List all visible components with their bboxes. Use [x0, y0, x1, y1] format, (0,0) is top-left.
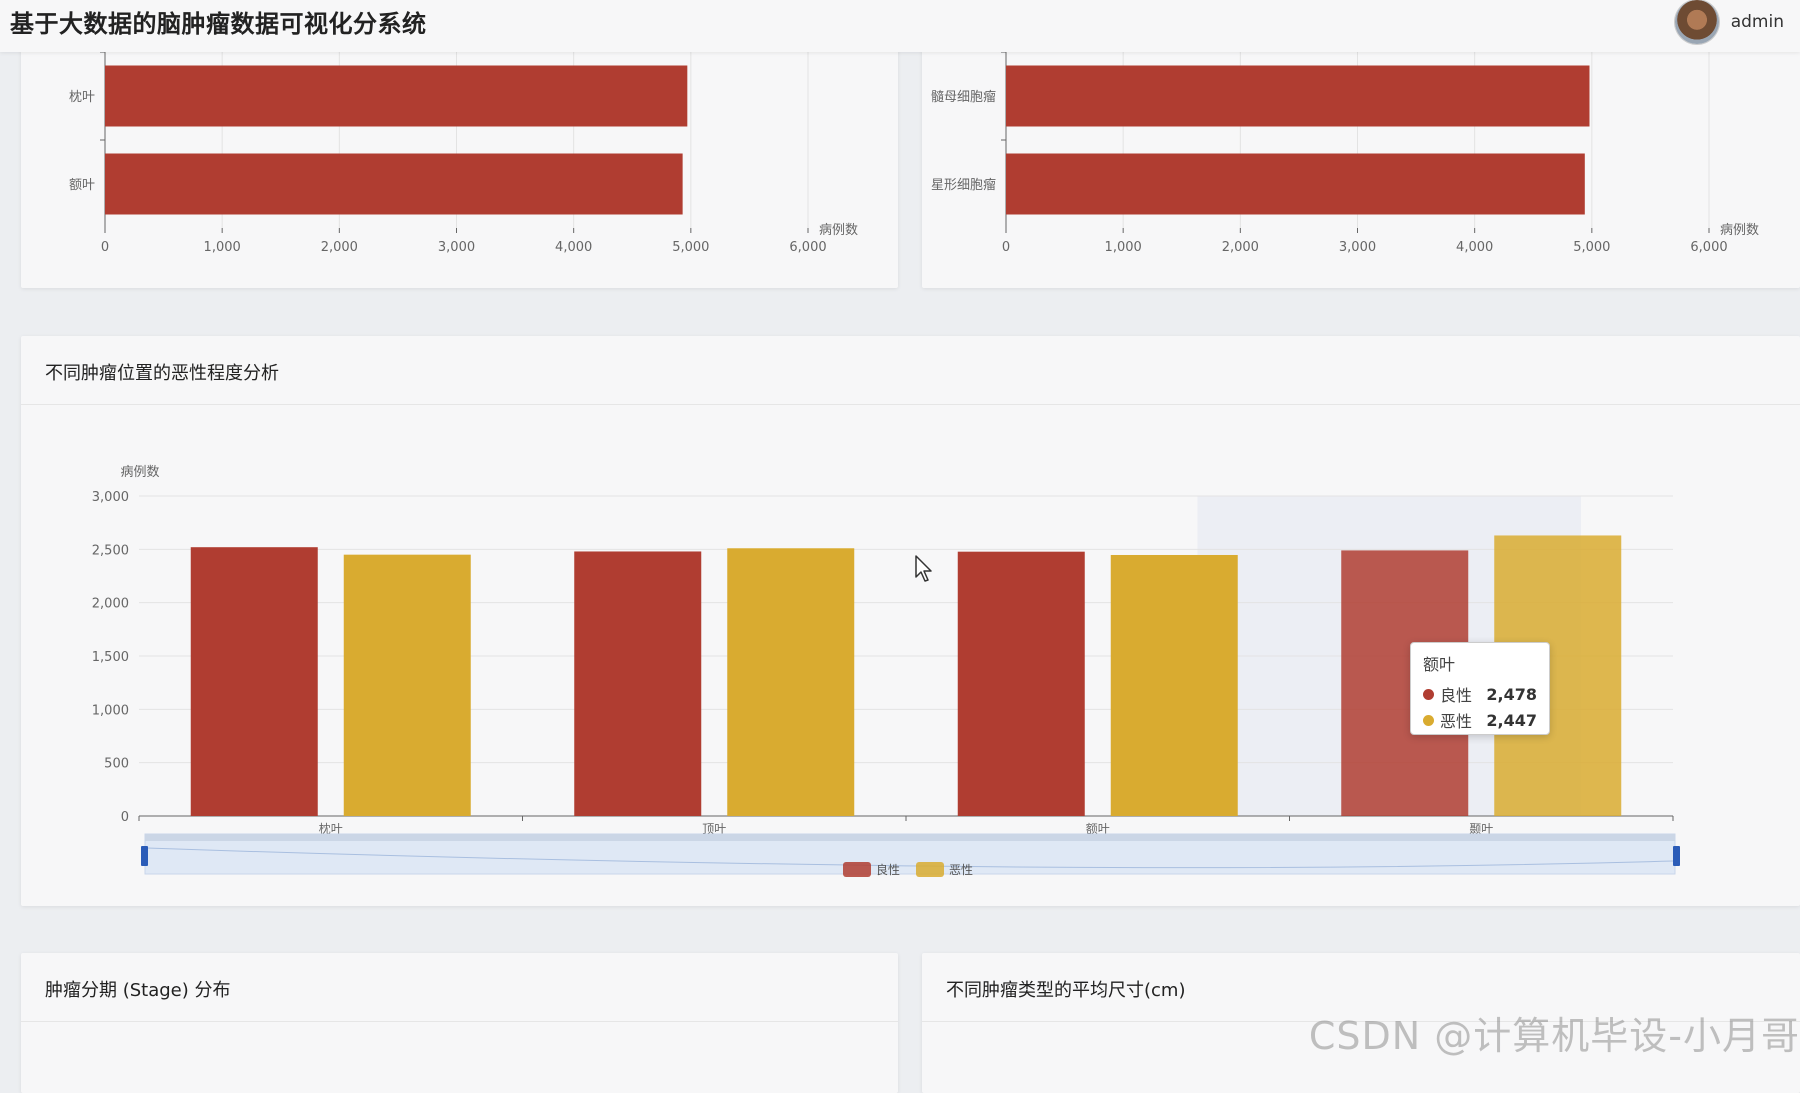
tooltip-row-value: 2,447 [1486, 710, 1537, 730]
bar [957, 551, 1085, 816]
y-tick-label: 额叶 [69, 178, 95, 193]
y-tick-label: 2,500 [92, 543, 129, 558]
chart-tooltip: 额叶 良性 2,478 恶性 2,447 [1410, 642, 1550, 735]
y-tick-label: 1,500 [92, 650, 129, 665]
tooltip-row-name: 恶性 [1440, 712, 1473, 731]
legend-swatch [843, 862, 871, 877]
x-tick-label: 1,000 [1105, 240, 1142, 255]
x-tick-label: 5,000 [1573, 240, 1610, 255]
y-tick-label: 1,000 [92, 703, 129, 718]
y-tick-label: 3,000 [92, 490, 129, 505]
benign-dot-icon [1423, 688, 1434, 700]
x-tick-label: 0 [101, 240, 109, 255]
legend-label: 恶性 [949, 863, 973, 877]
y-axis-label: 病例数 [120, 465, 159, 480]
stage-card-header: 肿瘤分期 (Stage) 分布 [21, 953, 898, 1022]
x-axis-label: 病例数 [1720, 223, 1759, 238]
y-tick-label: 枕叶 [69, 90, 95, 105]
data-zoom-handle-right [1673, 846, 1680, 866]
tooltip-row-malignant: 恶性 2,447 [1423, 707, 1537, 733]
legend-label: 良性 [876, 862, 900, 877]
x-tick-label: 4,000 [555, 240, 592, 255]
x-tick-label: 2,000 [1222, 240, 1259, 255]
x-tick-label: 6,000 [789, 240, 826, 255]
tooltip-row-value: 2,478 [1486, 684, 1537, 704]
stage-card-title: 肿瘤分期 (Stage) 分布 [45, 980, 231, 1001]
x-tick-label: 5,000 [672, 240, 709, 255]
user-menu[interactable]: admin [1674, 0, 1784, 44]
user-name[interactable]: admin [1731, 12, 1784, 32]
bar [1110, 554, 1238, 816]
tooltip-row-name: 良性 [1440, 686, 1473, 705]
y-tick-label: 0 [121, 810, 129, 825]
tumor-type-count-chart: 0 1,000 2,000 3,000 4,000 5,000 6,000 病例数 星形细胞瘤 髓… [931, 51, 1759, 255]
watermark: CSDN @计算机毕设-小月哥 [1308, 1014, 1800, 1058]
x-tick-label: 6,000 [1690, 240, 1727, 255]
data-zoom-track [145, 834, 1675, 841]
x-tick-label: 3,000 [438, 240, 475, 255]
tumor-type-count-card: 0 1,000 2,000 3,000 4,000 5,000 6,000 病例数 星形细胞瘤 髓… [922, 40, 1800, 288]
mouse-cursor-icon [915, 555, 932, 582]
location-count-card: 0 1,000 2,000 3,000 4,000 5,000 6,000 病例数 额叶 枕叶 [21, 40, 898, 288]
bar [1006, 65, 1590, 127]
legend-swatch [916, 862, 944, 877]
bar [1006, 153, 1585, 215]
x-tick-label: 2,000 [321, 240, 358, 255]
data-zoom-handle-left [141, 846, 148, 866]
x-tick-label: 4,000 [1456, 240, 1493, 255]
tooltip-row-benign: 良性 2,478 [1423, 681, 1537, 707]
bar [574, 551, 702, 816]
avatar[interactable] [1674, 0, 1719, 44]
x-tick-label: 3,000 [1339, 240, 1376, 255]
bar [343, 554, 471, 816]
x-tick-label: 1,000 [204, 240, 241, 255]
bar [105, 153, 683, 215]
bar [190, 547, 318, 816]
malignancy-card: 不同肿瘤位置的恶性程度分析 0 500 1,000 1,500 2,000 2,500 3,… [21, 336, 1800, 906]
tooltip-title: 额叶 [1423, 655, 1456, 674]
stage-distribution-card: 肿瘤分期 (Stage) 分布 [21, 953, 898, 1093]
app-title: 基于大数据的脑肿瘤数据可视化分系统 [10, 10, 427, 38]
malignancy-chart: 05001,0001,5002,0002,5003,000病例数枕叶 顶叶 额叶 颞叶… [92, 465, 1680, 877]
y-tick-label: 500 [104, 757, 129, 772]
bar [727, 548, 855, 816]
malignant-dot-icon [1423, 714, 1434, 726]
bar [105, 65, 688, 127]
size-card-title: 不同肿瘤类型的平均尺寸(cm) [946, 980, 1186, 1001]
y-tick-label: 髓母细胞瘤 [931, 89, 996, 105]
top-bar: 基于大数据的脑肿瘤数据可视化分系统 admin [0, 0, 1800, 52]
y-tick-label: 2,000 [92, 597, 129, 612]
x-axis-label: 病例数 [819, 223, 858, 238]
y-tick-label: 星形细胞瘤 [931, 177, 996, 193]
x-tick-label: 0 [1002, 240, 1010, 255]
location-count-chart: 0 1,000 2,000 3,000 4,000 5,000 6,000 病例数 额叶 枕叶 [69, 51, 858, 255]
